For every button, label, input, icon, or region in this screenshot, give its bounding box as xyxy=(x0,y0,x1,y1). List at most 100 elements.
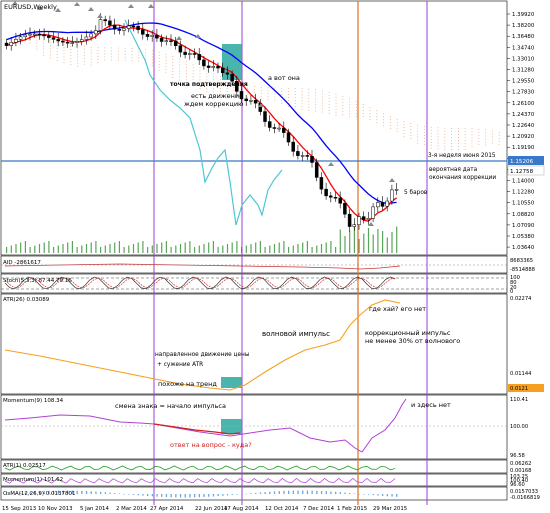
cloud-dot xyxy=(83,63,85,65)
annotation-5-bars: 5 баров xyxy=(404,190,428,196)
cloud-dot xyxy=(369,119,371,121)
cloud-dot xyxy=(165,65,167,67)
candle-body xyxy=(126,25,131,29)
candle-body xyxy=(267,121,272,128)
cloud-dot xyxy=(206,76,208,78)
cloud-dot xyxy=(192,73,194,75)
osma-bar xyxy=(335,491,337,494)
teal-box-momentum[interactable] xyxy=(221,419,242,434)
cloud-dot xyxy=(457,143,459,145)
cloud-dot xyxy=(321,102,323,104)
cloud-dot xyxy=(437,145,439,147)
cloud-dot xyxy=(403,124,405,126)
cloud-dot xyxy=(77,62,79,64)
osma-bar xyxy=(175,494,177,498)
price-tick-label: 1.10550 xyxy=(512,201,535,207)
cloud-dot xyxy=(491,139,493,141)
cloud-dot xyxy=(179,61,181,63)
volume-bar xyxy=(142,241,144,253)
candle-body xyxy=(4,42,9,46)
price-tick-label: 1.26100 xyxy=(512,101,535,107)
osma-bar xyxy=(147,494,149,497)
cloud-dot xyxy=(321,111,323,113)
cloud-dot xyxy=(457,131,459,133)
volume-bar xyxy=(114,242,116,253)
cloud-dot xyxy=(335,93,337,95)
cloud-dot xyxy=(403,127,405,129)
volume-bar xyxy=(118,241,120,253)
volume-bar xyxy=(198,245,200,253)
cloud-dot xyxy=(83,54,85,56)
current-price-label: 1.15206 xyxy=(510,159,534,165)
cloud-dot xyxy=(185,70,187,72)
cloud-dot xyxy=(498,143,500,145)
candle-body xyxy=(141,29,145,35)
cloud-dot xyxy=(464,146,466,148)
candle-body xyxy=(385,200,389,207)
cloud-dot xyxy=(172,64,174,66)
candle-body xyxy=(112,24,117,30)
date-tick-label: 10 Nov 2013 xyxy=(38,506,73,512)
cloud-dot xyxy=(342,113,344,115)
candle-body xyxy=(291,141,295,152)
price-tick-label: 1.07090 xyxy=(512,223,535,229)
cloud-dot xyxy=(369,107,371,109)
teal-box-atr[interactable] xyxy=(221,377,242,388)
date-axis: 15 Sep 2013 10 Nov 2013 5 Jan 2014 2 Mar 20… xyxy=(2,506,407,512)
candle-body xyxy=(216,66,220,69)
cloud-dot xyxy=(111,53,113,55)
cloud-dot xyxy=(464,134,466,136)
volume-bar xyxy=(288,247,290,253)
cloud-dot xyxy=(342,107,344,109)
cloud-dot xyxy=(369,110,371,112)
annotation-like-trend: похоже на тренд xyxy=(158,380,217,388)
cloud-dot xyxy=(97,56,99,58)
cloud-dot xyxy=(471,134,473,136)
cloud-dot xyxy=(308,100,310,102)
price-tick-label: 1.12280 xyxy=(512,190,535,196)
osma-bar xyxy=(222,494,224,496)
price-tick-label: 1.22640 xyxy=(512,123,535,129)
cloud-dot xyxy=(444,145,446,147)
osma-bar xyxy=(255,492,257,494)
cloud-dot xyxy=(417,127,419,129)
candle-body xyxy=(253,100,258,104)
cloud-dot xyxy=(97,62,99,64)
cloud-dot xyxy=(83,48,85,50)
cloud-dot xyxy=(77,47,79,49)
cloud-dot xyxy=(464,128,466,130)
trading-chart[interactable]: EURUSD,Weekly AID -2861617 Stoch(5,3,3) … xyxy=(0,0,550,513)
cloud-dot xyxy=(498,131,500,133)
cloud-dot xyxy=(315,95,317,97)
aid-axis-top: 8683365 xyxy=(510,258,533,264)
cloud-dot xyxy=(49,42,51,44)
cloud-dot xyxy=(417,130,419,132)
cloud-dot xyxy=(43,48,45,50)
cloud-dot xyxy=(165,59,167,61)
cloud-dot xyxy=(63,44,65,46)
osma-bar xyxy=(259,492,262,494)
volume-bar xyxy=(363,233,365,253)
volume-bar xyxy=(15,244,17,253)
cloud-dot xyxy=(165,68,167,70)
osma-bar xyxy=(386,494,388,497)
volume-bar xyxy=(151,245,153,253)
cloud-dot xyxy=(451,133,453,135)
cloud-dot xyxy=(362,110,364,112)
cloud-dot xyxy=(301,94,303,96)
osma-bar xyxy=(273,491,276,494)
osma-bar xyxy=(104,492,106,494)
candle-body xyxy=(361,216,366,220)
cloud-dot xyxy=(457,137,459,139)
cloud-dot xyxy=(138,54,140,56)
cloud-dot xyxy=(328,100,330,102)
cloud-dot xyxy=(396,121,398,123)
osma-bar xyxy=(132,494,135,495)
cloud-dot xyxy=(389,119,391,121)
candle-body xyxy=(296,151,300,156)
cloud-dot xyxy=(451,127,453,129)
cloud-dot xyxy=(403,130,405,132)
cloud-dot xyxy=(355,116,357,118)
cloud-dot xyxy=(97,47,99,49)
cloud-dot xyxy=(349,104,351,106)
